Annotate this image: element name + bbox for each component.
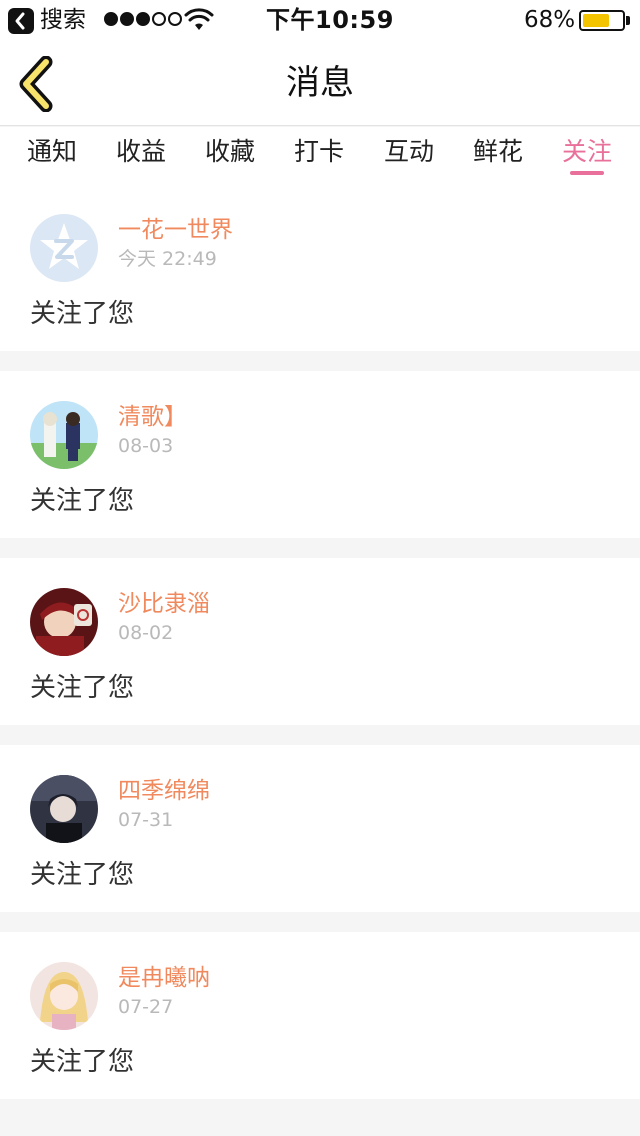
username-link[interactable]: 四季绵绵 <box>118 777 210 805</box>
page-title: 消息 <box>286 63 354 103</box>
active-tab-indicator <box>570 171 604 175</box>
clock: 下午10:59 <box>266 6 394 34</box>
avatar[interactable] <box>30 214 98 282</box>
message-category-tabs: 通知 收益 收藏 打卡 互动 鲜花 关注 <box>0 127 640 184</box>
username-link[interactable]: 是冉曦呐 <box>118 964 210 992</box>
battery-icon <box>579 10 625 31</box>
back-to-app-icon[interactable] <box>8 8 34 34</box>
notification-item[interactable]: 四季绵绵 07-31 关注了您 <box>0 745 640 912</box>
back-to-app-label[interactable]: 搜索 <box>40 5 86 35</box>
notification-message: 关注了您 <box>30 486 135 516</box>
username-link[interactable]: 清歌】 <box>118 403 187 431</box>
notification-message: 关注了您 <box>30 1047 135 1077</box>
tab-0[interactable]: 通知 <box>26 135 78 175</box>
tab-label: 收益 <box>115 137 166 166</box>
notification-message: 关注了您 <box>30 673 135 703</box>
timestamp: 今天 22:49 <box>118 248 217 270</box>
back-button[interactable] <box>16 55 58 113</box>
battery-percent: 68% <box>524 7 576 33</box>
notification-item[interactable]: 一花一世界今天 22:49 关注了您 <box>0 184 640 351</box>
anime-blonde-girl-avatar <box>30 962 98 1030</box>
tab-1[interactable]: 收益 <box>115 135 167 175</box>
avatar[interactable] <box>30 962 98 1030</box>
notification-item[interactable]: 是冉曦呐 07-27 关注了您 <box>0 932 640 1099</box>
timestamp: 08-02 <box>118 622 174 644</box>
tab-label: 打卡 <box>293 137 344 166</box>
tab-2[interactable]: 收藏 <box>204 135 256 175</box>
tab-label: 互动 <box>383 137 434 166</box>
timestamp: 08-03 <box>118 435 174 457</box>
anime-two-students-avatar <box>30 401 98 469</box>
notification-message: 关注了您 <box>30 299 135 329</box>
avatar[interactable] <box>30 588 98 656</box>
notification-message: 关注了您 <box>30 860 135 890</box>
default-qzone-avatar <box>30 214 98 282</box>
notification-item[interactable]: 清歌】 08-03 关注了您 <box>0 371 640 538</box>
tab-label: 鲜花 <box>472 137 523 166</box>
tab-6[interactable]: 关注 <box>561 135 613 175</box>
username-link[interactable]: 一花一世界 <box>118 216 233 244</box>
tab-label: 收藏 <box>204 137 255 166</box>
notification-item[interactable]: 沙比隶淄 08-02 关注了您 <box>0 558 640 725</box>
tab-3[interactable]: 打卡 <box>293 135 345 175</box>
battery-tip <box>626 16 630 25</box>
tab-label: 通知 <box>26 137 77 166</box>
wifi-icon <box>184 8 214 30</box>
tab-label: 关注 <box>561 137 612 166</box>
timestamp: 07-31 <box>118 809 174 831</box>
tab-4[interactable]: 互动 <box>383 135 435 175</box>
navigation-bar: 消息 <box>0 40 640 126</box>
username-link[interactable]: 沙比隶淄 <box>118 590 210 618</box>
anime-dark-hair-boy-avatar <box>30 775 98 843</box>
avatar[interactable] <box>30 401 98 469</box>
timestamp: 07-27 <box>118 996 174 1018</box>
status-bar: 搜索 下午10:59 68% <box>0 0 640 40</box>
anime-red-hat-boy-avatar <box>30 588 98 656</box>
chevron-left-icon <box>19 55 53 113</box>
battery-level-fill <box>583 14 609 27</box>
avatar[interactable] <box>30 775 98 843</box>
tab-5[interactable]: 鲜花 <box>472 135 524 175</box>
